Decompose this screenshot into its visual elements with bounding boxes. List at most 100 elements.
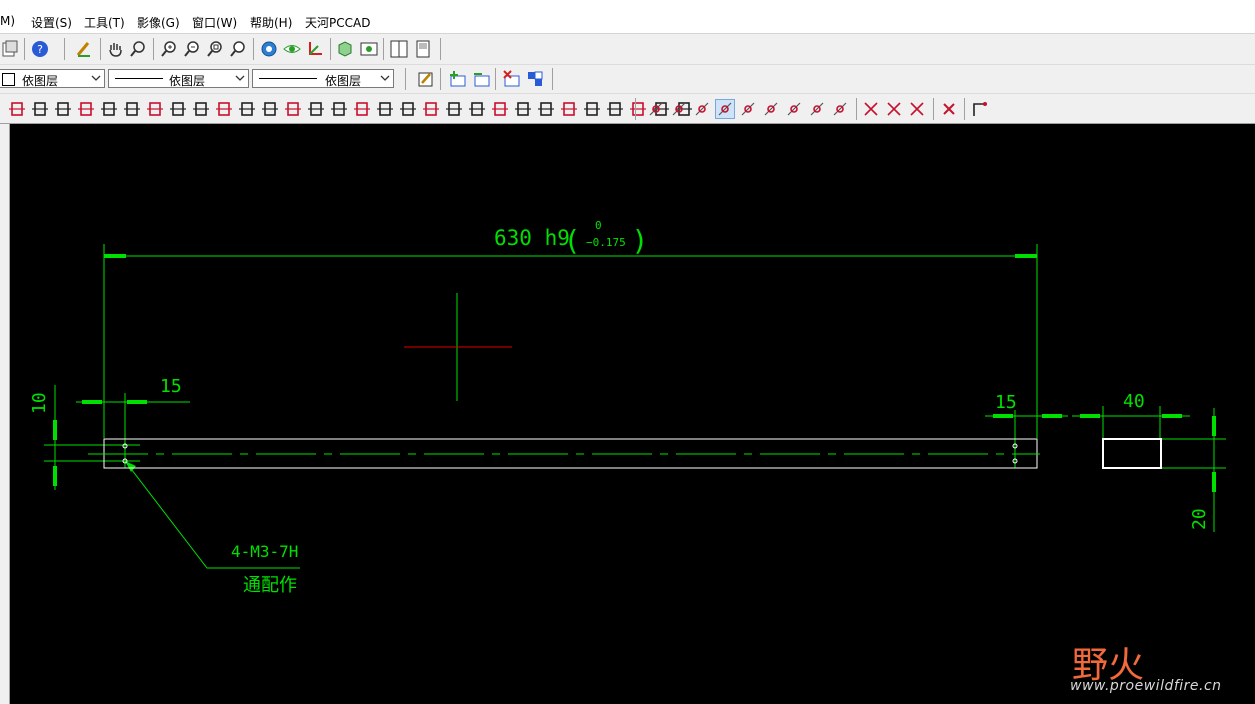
arrowhead [1042, 414, 1062, 418]
arrowhead [104, 254, 126, 258]
insert-snap-icon[interactable] [808, 100, 826, 118]
3d-box-icon[interactable] [336, 40, 354, 58]
nearest-snap-icon[interactable] [862, 100, 880, 118]
linetype-combo[interactable]: 依图层 [108, 69, 249, 88]
viewports-icon[interactable] [390, 40, 408, 58]
intersection-snap-icon[interactable] [693, 100, 711, 118]
apparent-snap-icon[interactable] [885, 100, 903, 118]
zoom-out-icon[interactable] [183, 40, 201, 58]
menu-item-help[interactable]: 帮助(H) [250, 14, 292, 31]
add-layer-icon[interactable] [448, 70, 466, 88]
menu-item-image[interactable]: 影像(G) [137, 14, 180, 31]
menu-bar: M) 设置(S) 工具(T) 影像(G) 窗口(W) 帮助(H) 天河PCCAD [0, 0, 1255, 34]
help-icon[interactable]: ? [31, 40, 49, 58]
spring-icon[interactable] [123, 100, 141, 118]
sprocket-icon[interactable] [560, 100, 578, 118]
clear-snap-icon[interactable] [940, 100, 958, 118]
nut-icon[interactable] [31, 100, 49, 118]
dim-text-10: 10 [29, 392, 50, 414]
key-icon[interactable] [146, 100, 164, 118]
chamfer-icon[interactable] [330, 100, 348, 118]
dim-text-20: 20 [1189, 508, 1210, 530]
endpoint-snap-icon[interactable] [647, 100, 665, 118]
arrowhead [1212, 416, 1216, 436]
part-outline-side [1102, 438, 1162, 469]
cover-icon[interactable] [606, 100, 624, 118]
leader-label: 4-M3-7H [231, 542, 298, 561]
chevron-down-icon [380, 72, 390, 84]
named-views-icon[interactable] [360, 40, 378, 58]
housing-icon[interactable] [583, 100, 601, 118]
shaft-icon[interactable] [261, 100, 279, 118]
arrowhead [53, 420, 57, 440]
lineweight-combo[interactable]: 依图层 [252, 69, 394, 88]
hole-icon[interactable] [284, 100, 302, 118]
chevron-down-icon [91, 72, 101, 84]
bearing-icon[interactable] [169, 100, 187, 118]
groove-icon[interactable] [399, 100, 417, 118]
color-combo[interactable]: 依图层 [0, 69, 105, 88]
layout-icon[interactable] [414, 40, 432, 58]
pan-icon[interactable] [107, 40, 125, 58]
seal-icon[interactable] [215, 100, 233, 118]
arrowhead [1015, 254, 1037, 258]
tangent-snap-icon[interactable] [762, 100, 780, 118]
menu-item-window[interactable]: 窗口(W) [192, 14, 237, 31]
weld-icon[interactable] [629, 100, 647, 118]
pccad-toolbar [0, 94, 1255, 124]
menu-item-pccad[interactable]: 天河PCCAD [305, 14, 370, 31]
extension-snap-icon[interactable] [908, 100, 926, 118]
menu-item-settings[interactable]: 设置(S) [31, 14, 72, 31]
dim-text-630: 630 h9 [494, 226, 570, 250]
zoom-realtime-icon[interactable] [129, 40, 147, 58]
pulley-icon[interactable] [537, 100, 555, 118]
menu-item-tools[interactable]: 工具(T) [84, 14, 125, 31]
watermark-url: www.proewildfire.cn [1070, 678, 1222, 694]
ucs-icon[interactable] [306, 40, 324, 58]
fillet-icon[interactable] [353, 100, 371, 118]
snap-settings-icon[interactable] [971, 100, 989, 118]
washer-icon[interactable] [54, 100, 72, 118]
layer-states-icon[interactable] [526, 70, 544, 88]
lineweight-combo-value: 依图层 [325, 74, 362, 88]
standard-toolbar: ? [0, 34, 1255, 65]
coupling-icon[interactable] [514, 100, 532, 118]
dim-text-15-left: 15 [160, 376, 182, 397]
zoom-window-icon[interactable] [206, 40, 224, 58]
pin-icon[interactable] [77, 100, 95, 118]
node-snap-icon[interactable] [831, 100, 849, 118]
center-snap-icon[interactable] [715, 99, 735, 119]
zoom-in-icon[interactable] [160, 40, 178, 58]
drawing-canvas[interactable]: 630 h9 ( 0 −0.175 ) 15 15 40 10 20 4-M3-… [10, 124, 1255, 704]
orbit-icon[interactable] [260, 40, 278, 58]
gear-shape-icon[interactable] [192, 100, 210, 118]
perpendicular-snap-icon[interactable] [739, 100, 757, 118]
view-eye-icon[interactable] [283, 40, 301, 58]
screw-icon[interactable] [445, 100, 463, 118]
tol-paren-close: ) [634, 224, 645, 257]
bolt-icon[interactable] [8, 100, 26, 118]
layer-edit-icon[interactable] [417, 70, 435, 88]
zoom-all-icon[interactable] [229, 40, 247, 58]
stud-icon[interactable] [468, 100, 486, 118]
tol-lower: −0.175 [586, 236, 626, 249]
delete-layer-icon[interactable] [502, 70, 520, 88]
svg-text:?: ? [37, 43, 43, 56]
properties-icon[interactable] [1, 40, 19, 58]
quadrant-snap-icon[interactable] [785, 100, 803, 118]
menu-item-partial[interactable]: M) [0, 14, 15, 28]
undercut-icon[interactable] [422, 100, 440, 118]
arrowhead [1162, 414, 1182, 418]
flange-icon[interactable] [491, 100, 509, 118]
color-combo-value: 依图层 [22, 74, 59, 88]
thread-icon[interactable] [307, 100, 325, 118]
arrowhead [127, 400, 147, 404]
layer-list-icon[interactable] [472, 70, 490, 88]
arrowhead [1080, 414, 1100, 418]
left-dock-strip [0, 124, 10, 704]
match-properties-icon[interactable] [75, 40, 93, 58]
keyway-icon[interactable] [376, 100, 394, 118]
bush-icon[interactable] [238, 100, 256, 118]
midpoint-snap-icon[interactable] [670, 100, 688, 118]
rivet-icon[interactable] [100, 100, 118, 118]
